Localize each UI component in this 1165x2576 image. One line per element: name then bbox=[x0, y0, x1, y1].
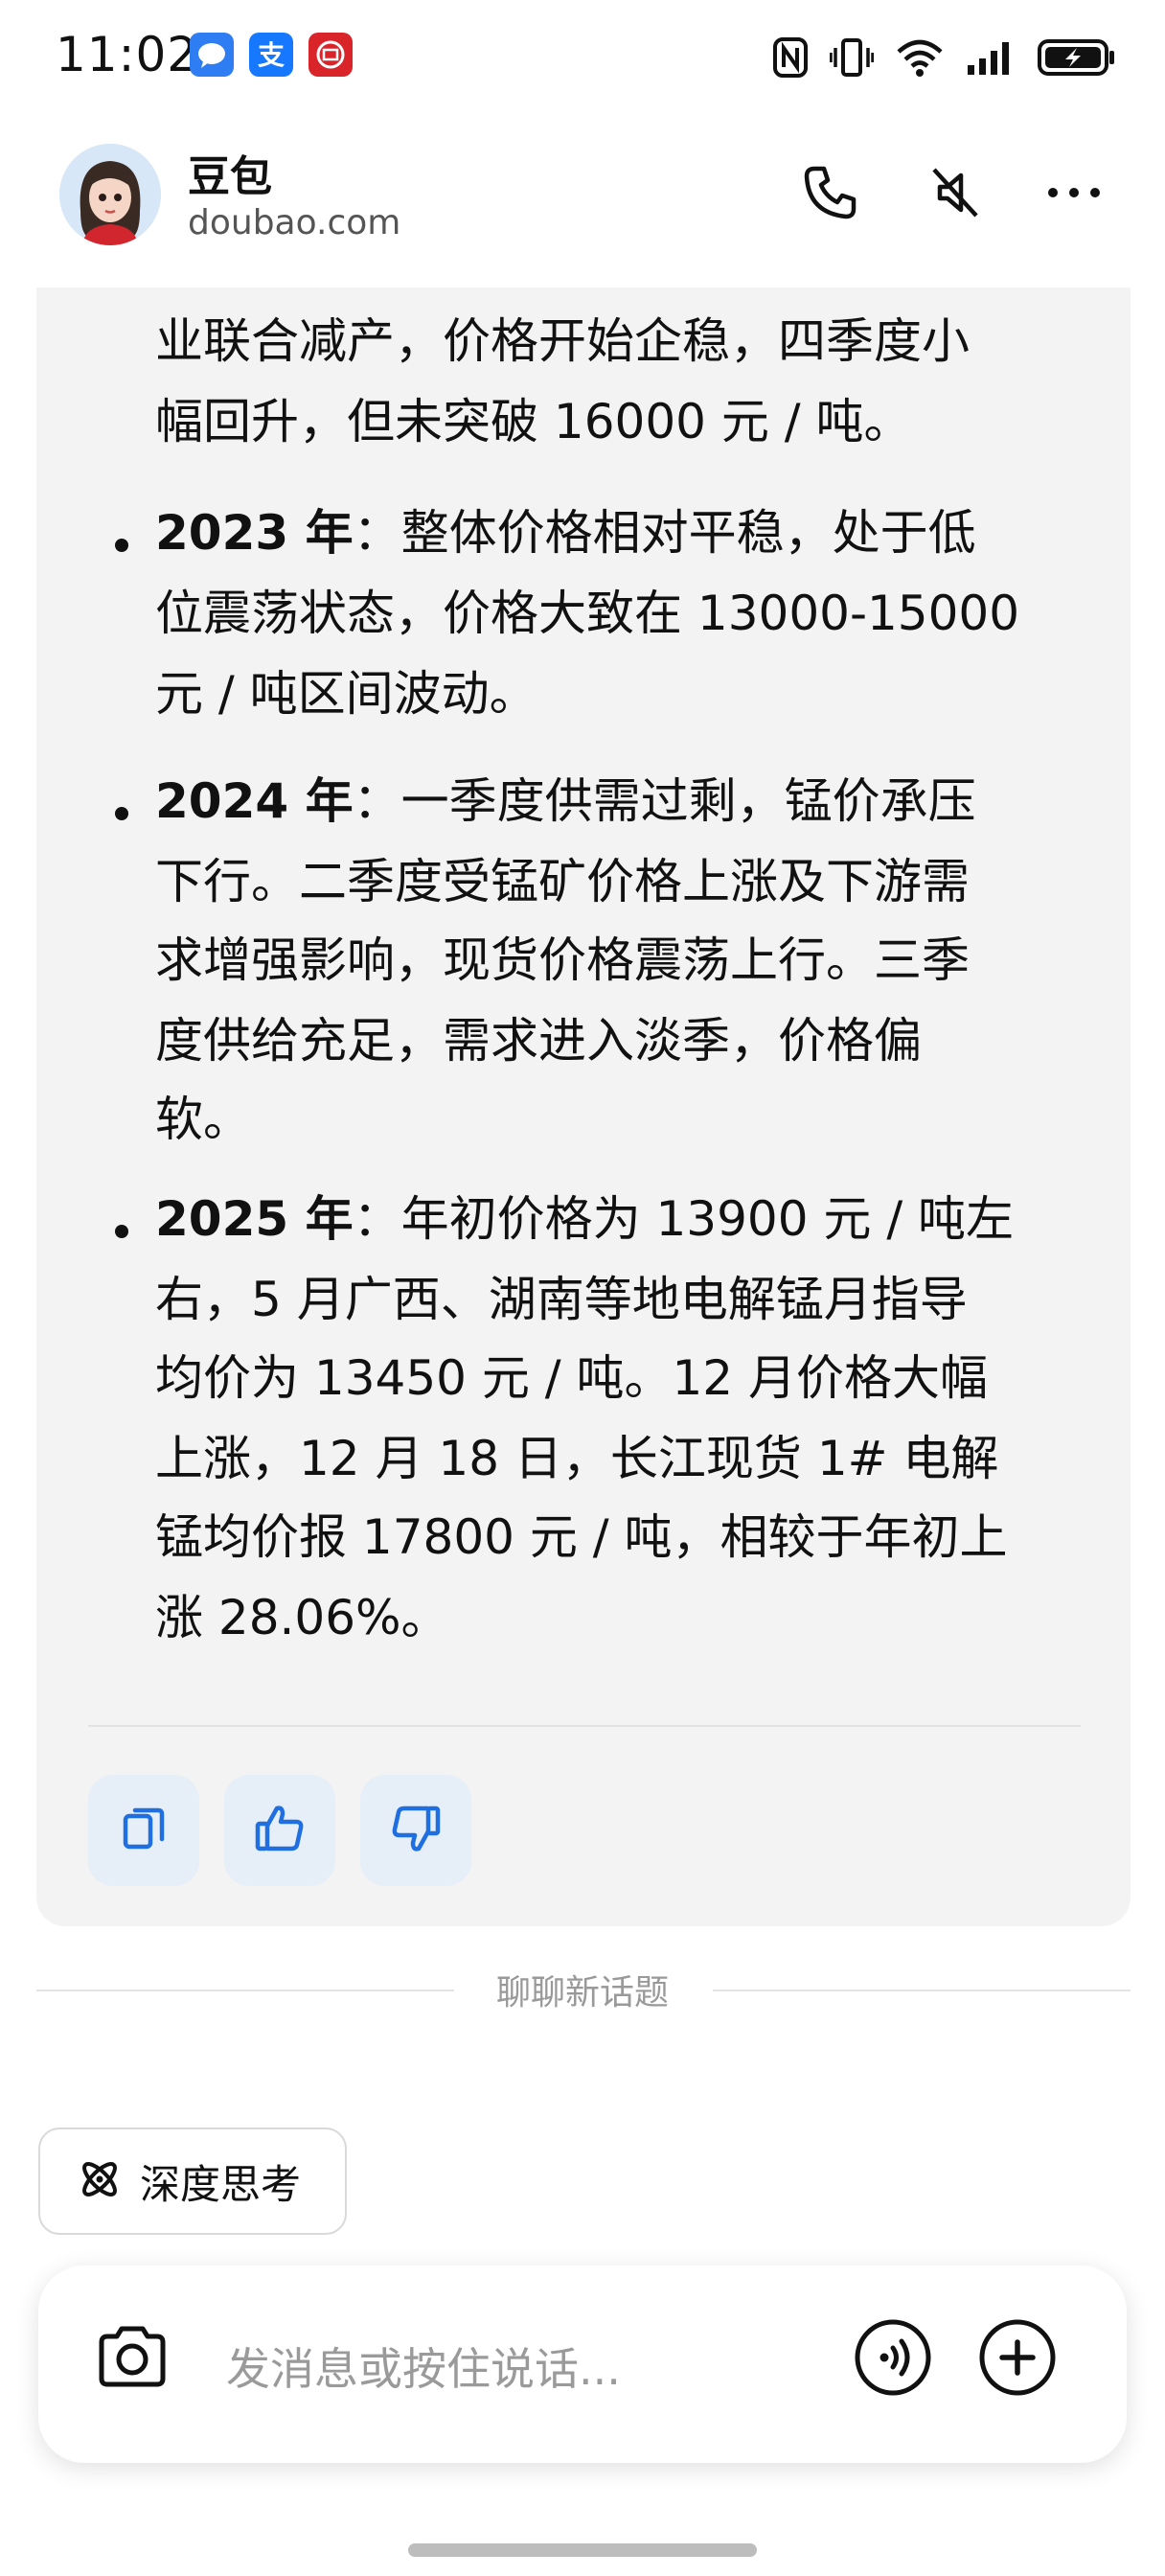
more-options-button[interactable] bbox=[1040, 161, 1108, 228]
camera-icon bbox=[92, 2317, 172, 2402]
mute-button[interactable] bbox=[922, 161, 989, 228]
copy-icon bbox=[118, 1803, 170, 1858]
bullet-dot bbox=[115, 539, 128, 552]
home-indicator[interactable] bbox=[408, 2543, 757, 2557]
message-divider bbox=[88, 1725, 1081, 1727]
message-line: 求增强影响，现货价格震荡上行。三季 bbox=[155, 932, 970, 988]
nfc-icon bbox=[772, 36, 809, 79]
speaker-muted-icon bbox=[926, 164, 984, 225]
camera-button[interactable] bbox=[86, 2313, 178, 2405]
chat-header bbox=[0, 115, 1165, 288]
like-button[interactable] bbox=[224, 1775, 335, 1886]
deep-think-button[interactable]: 深度思考 bbox=[38, 2128, 347, 2235]
thumbs-down-icon bbox=[388, 1801, 444, 1860]
status-bar: 11:02 支 bbox=[0, 0, 1165, 115]
message-line: 下行。二季度受锰矿价格上涨及下游需 bbox=[155, 854, 970, 909]
message-line: 锰均价报 17800 元 / 吨，相较于年初上 bbox=[155, 1509, 1008, 1565]
message-line: 度供给充足，需求进入淡季，价格偏 bbox=[155, 1013, 922, 1069]
message-line: 元 / 吨区间波动。 bbox=[155, 666, 537, 722]
signal-icon bbox=[966, 38, 1016, 77]
message-line: 上涨，12 月 18 日，长江现货 1# 电解 bbox=[155, 1431, 999, 1486]
message-line: 涨 28.06%。 bbox=[155, 1590, 449, 1645]
vibrate-icon bbox=[830, 36, 874, 79]
message-line: 2024 年：一季度供需过剩，锰价承压 bbox=[155, 773, 976, 829]
message-line: 均价为 13450 元 / 吨。12 月价格大幅 bbox=[155, 1350, 988, 1406]
battery-charging-icon bbox=[1037, 37, 1115, 78]
dislike-button[interactable] bbox=[360, 1775, 471, 1886]
more-icon bbox=[1045, 183, 1103, 206]
chat-title: 豆包 bbox=[188, 152, 272, 201]
thumbs-up-icon bbox=[252, 1801, 308, 1860]
phone-icon bbox=[801, 163, 860, 226]
message-line: 位震荡状态，价格大致在 13000-15000 bbox=[155, 586, 1020, 641]
alipay-icon: 支 bbox=[249, 33, 293, 77]
bullet-dot bbox=[115, 807, 128, 820]
deep-think-label: 深度思考 bbox=[140, 2160, 302, 2208]
separator-line-right bbox=[713, 1990, 1131, 1991]
message-input[interactable]: 发消息或按住说话... bbox=[226, 2334, 621, 2398]
chat-subtitle: doubao.com bbox=[188, 203, 401, 242]
clock: 11:02 bbox=[56, 27, 199, 82]
svg-text:支: 支 bbox=[258, 39, 285, 71]
message-input-bar: 发消息或按住说话... bbox=[38, 2266, 1127, 2463]
bullet-dot bbox=[115, 1225, 128, 1238]
atom-icon bbox=[77, 2156, 123, 2206]
bank-app-icon bbox=[308, 33, 353, 77]
wifi-icon bbox=[895, 36, 945, 79]
message-line: 2023 年：整体价格相对平稳，处于低 bbox=[155, 505, 976, 561]
voice-call-button[interactable] bbox=[847, 2313, 939, 2405]
copy-button[interactable] bbox=[88, 1775, 199, 1886]
avatar[interactable] bbox=[59, 144, 161, 245]
message-line: 软。 bbox=[155, 1092, 251, 1147]
message-line: 业联合减产，价格开始企稳，四季度小 bbox=[155, 313, 970, 369]
message-line: 2025 年：年初价格为 13900 元 / 吨左 bbox=[155, 1191, 1015, 1247]
add-attachment-button[interactable] bbox=[971, 2313, 1063, 2405]
phone-call-button[interactable] bbox=[797, 161, 864, 228]
message-line: 幅回升，但未突破 16000 元 / 吨。 bbox=[155, 394, 912, 449]
plus-circle-icon bbox=[976, 2316, 1059, 2403]
voice-waves-icon bbox=[852, 2316, 934, 2403]
message-line: 右，5 月广西、湖南等地电解锰月指导 bbox=[155, 1272, 968, 1327]
assistant-message-card: 业联合减产，价格开始企稳，四季度小 幅回升，但未突破 16000 元 / 吨。 … bbox=[36, 240, 1131, 1926]
message-app-icon bbox=[190, 33, 234, 77]
